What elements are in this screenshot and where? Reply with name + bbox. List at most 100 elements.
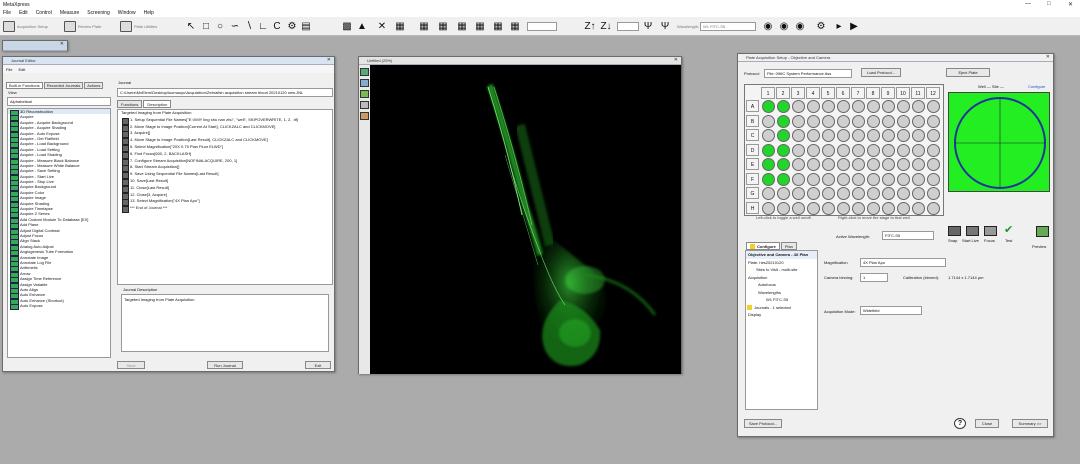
plate-well[interactable] xyxy=(791,100,805,113)
plate-well[interactable] xyxy=(791,158,805,171)
tree-w1-fitc[interactable]: W1 FITC-S5 xyxy=(746,296,817,304)
plate-well[interactable] xyxy=(911,187,925,200)
plate-well[interactable] xyxy=(926,100,940,113)
plate-well[interactable] xyxy=(761,129,775,142)
plate-well[interactable] xyxy=(836,114,850,128)
plate-row-header[interactable]: F xyxy=(746,172,759,185)
plate-well[interactable] xyxy=(851,172,865,186)
close-window-icon[interactable]: ✕ xyxy=(1068,1,1073,8)
plate-well[interactable] xyxy=(866,201,880,215)
plate-well[interactable] xyxy=(896,201,910,215)
journal-step[interactable]: 4. Move Stage to Image Position[Last Res… xyxy=(118,137,332,145)
plate-well[interactable] xyxy=(761,158,775,171)
tree-display[interactable]: Display xyxy=(746,311,817,319)
close-icon[interactable]: ✕ xyxy=(60,41,64,47)
plate-well[interactable] xyxy=(806,114,820,128)
plate-column-header[interactable]: 10 xyxy=(896,87,910,99)
plate-well[interactable] xyxy=(866,172,880,186)
tree-objective-camera[interactable]: Objective and Camera - 4X Plan xyxy=(746,251,817,259)
plate-column-header[interactable]: 5 xyxy=(821,87,835,99)
plate-well[interactable] xyxy=(926,129,940,142)
plate-well[interactable] xyxy=(776,158,790,171)
play-icon[interactable]: ▶ xyxy=(848,20,860,33)
plate-well[interactable] xyxy=(761,187,775,200)
zoom-out-icon[interactable]: Z↓ xyxy=(598,20,614,33)
polyline-tool-icon[interactable]: ∟ xyxy=(257,20,269,33)
plate-well[interactable] xyxy=(911,172,925,186)
plate-well[interactable] xyxy=(836,187,850,200)
plate-well[interactable] xyxy=(851,143,865,157)
menu-edit[interactable]: Edit xyxy=(19,10,28,16)
tab-built-in-functions[interactable]: Built-in Functions xyxy=(6,82,43,89)
test-check-icon[interactable]: ✔ xyxy=(1004,225,1017,236)
plate-well[interactable] xyxy=(821,114,835,128)
acquisition-mode-select[interactable]: Widefield xyxy=(860,306,922,315)
plate-column-header[interactable]: 3 xyxy=(791,87,805,99)
plate-well[interactable] xyxy=(866,129,880,142)
plate-well[interactable] xyxy=(866,187,880,200)
plate-well[interactable] xyxy=(866,143,880,157)
plate-well[interactable] xyxy=(761,201,775,215)
journal-step[interactable]: 11. Close[Last Result] xyxy=(118,185,332,193)
plate-well[interactable] xyxy=(926,201,940,215)
journal-path-field[interactable]: C:\Users\MxElem\Desktop\luomaoyu\Acquisi… xyxy=(117,88,333,97)
journal-heading[interactable]: Targeted Imaging from Plate Acquisition xyxy=(118,110,332,117)
journal-menu-file[interactable]: File xyxy=(6,67,12,72)
plate-row-header[interactable]: E xyxy=(746,158,759,170)
plate-well[interactable] xyxy=(806,129,820,142)
plate-column-header[interactable]: 9 xyxy=(881,87,895,99)
measure-tool-icon[interactable]: ▤ xyxy=(300,20,312,33)
plate-well[interactable] xyxy=(896,187,910,200)
plate-well[interactable] xyxy=(926,158,940,171)
site-map[interactable] xyxy=(948,92,1050,192)
zebrafish-fluorescence-image[interactable] xyxy=(370,65,681,374)
tab-plan[interactable]: Plan xyxy=(780,242,797,250)
line-tool-icon[interactable]: ∖ xyxy=(243,20,255,33)
plate-well[interactable] xyxy=(821,143,835,157)
tab-recorded-journals[interactable]: Recorded Journals xyxy=(43,82,84,89)
plate-column-header[interactable]: 4 xyxy=(806,87,820,99)
tree-journals[interactable]: Journals - 1 selected xyxy=(746,304,817,312)
levels-icon[interactable]: Ψ xyxy=(659,20,671,33)
camera-binning-select[interactable]: 1 xyxy=(860,273,888,282)
tool-icon-7[interactable]: ▦ xyxy=(456,20,468,33)
color-tool-icon[interactable] xyxy=(360,90,369,98)
plate-well[interactable] xyxy=(776,143,790,157)
plate-row-header[interactable]: C xyxy=(746,129,759,141)
tool-icon-8[interactable]: ▦ xyxy=(474,20,486,33)
menu-window[interactable]: Window xyxy=(118,10,136,16)
plate-row-header[interactable]: H xyxy=(746,201,759,214)
close-icon[interactable]: ✕ xyxy=(1046,54,1050,60)
plate-well[interactable] xyxy=(791,143,805,157)
menu-help[interactable]: Help xyxy=(144,10,154,16)
plate-well[interactable] xyxy=(926,114,940,128)
plate-row-header[interactable]: A xyxy=(746,100,759,112)
tool-icon-10[interactable]: ▦ xyxy=(509,20,521,33)
tool-icon-5[interactable]: ▦ xyxy=(418,20,430,33)
journal-step[interactable]: *** End of Journal *** xyxy=(118,205,332,213)
plate-well[interactable] xyxy=(791,187,805,200)
journal-step[interactable]: 10. Save[Last Result] xyxy=(118,178,332,186)
menu-screening[interactable]: Screening xyxy=(87,10,110,16)
close-icon[interactable]: ✕ xyxy=(327,57,331,63)
plate-well[interactable] xyxy=(806,158,820,171)
plate-well[interactable] xyxy=(881,114,895,128)
settings-icon[interactable]: ⚙ xyxy=(815,20,827,33)
plate-well[interactable] xyxy=(851,187,865,200)
minimize-icon[interactable]: — xyxy=(1025,1,1031,7)
protocol-select[interactable]: File: 096C System Performance Ass xyxy=(764,69,852,78)
plate-well[interactable] xyxy=(896,100,910,113)
rectangle-tool-icon[interactable]: □ xyxy=(200,20,212,33)
journal-step[interactable]: 3. Acquire[] xyxy=(118,130,332,139)
plate-well[interactable] xyxy=(851,201,865,215)
acquisition-setup-button[interactable]: Acquisition Setup xyxy=(3,20,48,33)
plate-well[interactable] xyxy=(776,114,790,128)
plate-well[interactable] xyxy=(761,172,775,186)
plate-well[interactable] xyxy=(926,143,940,157)
plate-well[interactable] xyxy=(791,114,805,128)
journal-step[interactable]: 9. Save Using Sequential File Names[Last… xyxy=(118,171,332,179)
zoom-tool-icon[interactable] xyxy=(360,68,369,76)
journal-step[interactable]: 7. Configure Stream Acquisition[NOFINALA… xyxy=(118,158,332,166)
plate-column-header[interactable]: 11 xyxy=(911,87,925,99)
plate-well[interactable] xyxy=(776,172,790,186)
